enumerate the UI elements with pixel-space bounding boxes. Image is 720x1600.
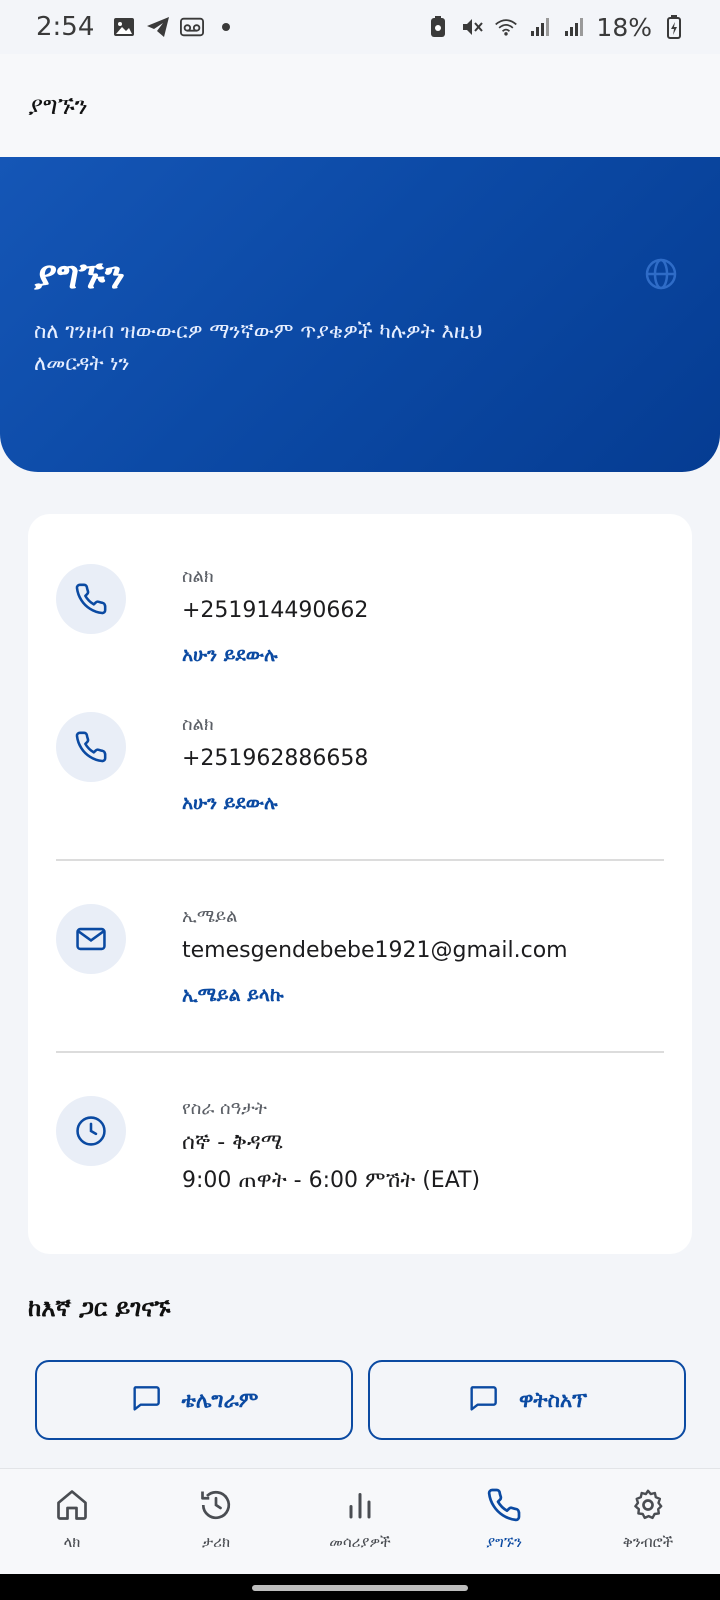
app-bar: ያግኙን	[0, 54, 720, 158]
email-label: ኢሜይል	[182, 906, 238, 927]
signal-icon	[528, 15, 552, 39]
email-address: temesgendebebe1921@gmail.com	[182, 938, 568, 963]
app-bar-title: ያግኙን	[28, 91, 88, 120]
hero-banner: ያግኙን ስለ ገንዘብ ዝውውርዎ ማንኛውም ጥያቄዎች ካሉዎት እዚህ …	[0, 157, 720, 472]
nav-item-tools[interactable]: መሳሪያዎች	[288, 1469, 432, 1551]
send-email-button[interactable]: ኢሜይል ይላኩ	[182, 984, 284, 1006]
gallery-icon	[112, 15, 136, 39]
contact-email: ኢሜይል temesgendebebe1921@gmail.com ኢሜይል ይ…	[56, 904, 676, 1014]
chat-icon	[467, 1382, 499, 1419]
nav-item-contact[interactable]: ያግኙን	[432, 1469, 576, 1551]
working-days: ሰኞ - ቅዳሜ	[182, 1130, 284, 1155]
system-gesture-area	[0, 1574, 720, 1600]
voicemail-icon	[180, 15, 205, 39]
contact-phone-2: ስልክ +251962886658 አሁን ይደውሉ	[56, 712, 676, 822]
nav-label-send: ላክ	[63, 1533, 81, 1551]
contact-phone-1: ስልክ +251914490662 አሁን ይደውሉ	[56, 564, 676, 674]
tools-chart-icon	[340, 1485, 380, 1525]
phone-2-label: ስልክ	[182, 714, 214, 735]
divider	[56, 1051, 664, 1053]
telegram-button[interactable]: ቴሌግራም	[35, 1360, 353, 1440]
phone-icon	[484, 1485, 524, 1525]
signal-icon	[562, 15, 586, 39]
phone-1-label: ስልክ	[182, 566, 214, 587]
nav-item-settings[interactable]: ቅንብሮች	[576, 1469, 720, 1551]
home-icon	[52, 1485, 92, 1525]
chat-icon	[130, 1382, 162, 1419]
hero-title: ያግኙን	[34, 253, 125, 297]
clock-icon	[56, 1096, 126, 1166]
nav-item-send[interactable]: ላክ	[0, 1469, 144, 1551]
battery-saver-icon	[426, 15, 450, 39]
status-bar: 2:54 18%	[0, 0, 720, 54]
hero-subtitle: ስለ ገንዘብ ዝውውርዎ ማንኛውም ጥያቄዎች ካሉዎት እዚህ ለመርዳት…	[34, 319, 483, 375]
battery-percent: 18%	[596, 12, 652, 42]
battery-icon	[662, 15, 686, 39]
divider	[56, 859, 664, 861]
phone-icon	[56, 564, 126, 634]
settings-icon	[628, 1485, 668, 1525]
bottom-nav: ላክ ታሪክ መሳሪያዎች ያግኙን ቅንብሮች	[0, 1468, 720, 1574]
notification-dot-icon	[222, 23, 231, 31]
working-hours-label: የስራ ሰዓታት	[182, 1098, 267, 1119]
contact-card: ስልክ +251914490662 አሁን ይደውሉ ስልክ +25196288…	[28, 514, 692, 1254]
nav-label-history: ታሪክ	[201, 1533, 231, 1551]
phone-1-number: +251914490662	[182, 598, 369, 623]
nav-label-settings: ቅንብሮች	[622, 1533, 674, 1551]
status-time: 2:54	[36, 12, 95, 42]
call-now-button-2[interactable]: አሁን ይደውሉ	[182, 792, 278, 814]
mute-icon	[460, 15, 484, 39]
whatsapp-button-label: ዋትስአፕ	[518, 1387, 588, 1412]
call-now-button-1[interactable]: አሁን ይደውሉ	[182, 644, 278, 666]
working-hours: የስራ ሰዓታት ሰኞ - ቅዳሜ 9:00 ጠዋት - 6:00 ምሽት (E…	[56, 1096, 676, 1206]
nav-label-contact: ያግኙን	[486, 1533, 522, 1551]
globe-icon	[644, 257, 678, 291]
nav-item-history[interactable]: ታሪክ	[144, 1469, 288, 1551]
home-gesture-bar[interactable]	[252, 1585, 468, 1591]
working-time: 9:00 ጠዋት - 6:00 ምሽት (EAT)	[182, 1168, 481, 1193]
wifi-icon	[494, 15, 518, 39]
history-icon	[196, 1485, 236, 1525]
connect-title: ከእኛ ጋር ይገናኙ	[28, 1294, 171, 1322]
telegram-icon	[146, 15, 170, 39]
phone-icon	[56, 712, 126, 782]
mail-icon	[56, 904, 126, 974]
phone-2-number: +251962886658	[182, 746, 369, 771]
whatsapp-button[interactable]: ዋትስአፕ	[368, 1360, 686, 1440]
telegram-button-label: ቴሌግራም	[181, 1387, 259, 1412]
nav-label-tools: መሳሪያዎች	[329, 1533, 391, 1551]
